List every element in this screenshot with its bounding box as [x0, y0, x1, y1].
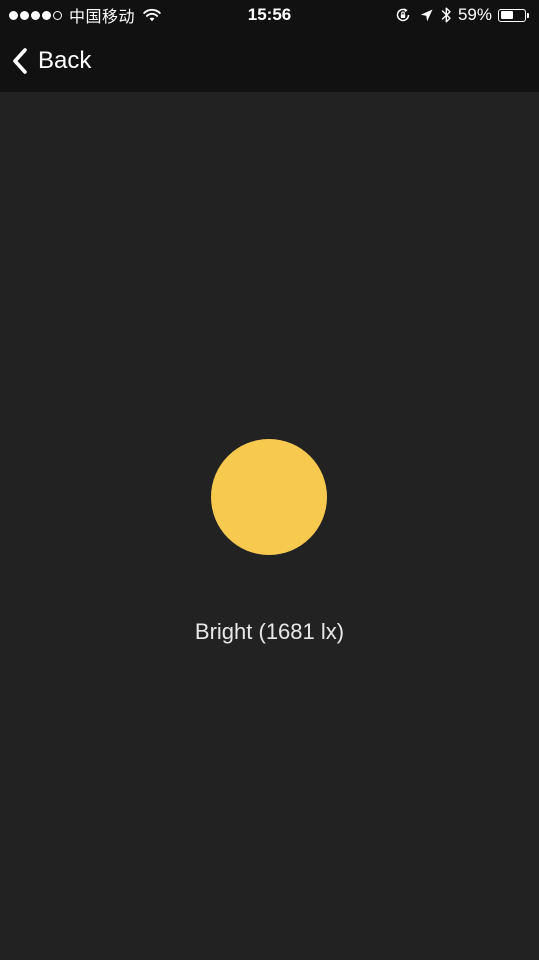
main-content: Bright (1681 lx): [0, 92, 539, 960]
battery-percent: 59%: [457, 5, 492, 24]
light-level-label: Bright (1681 lx): [194, 619, 345, 644]
bluetooth-icon: [441, 7, 451, 23]
back-button[interactable]: Back: [10, 43, 91, 79]
status-bar-right: 59%: [395, 4, 529, 26]
chevron-left-icon: [13, 48, 27, 74]
rotation-lock-icon: [396, 8, 410, 22]
battery-cap: [527, 12, 529, 18]
navigation-bar: Back: [0, 31, 539, 92]
back-label: Back: [38, 47, 92, 74]
battery-fill: [500, 11, 514, 19]
light-indicator-circle: [211, 439, 327, 555]
status-bar: 中国移动 15:56 59%: [0, 0, 539, 31]
screen: 中国移动 15:56 59% Back Bright (1681 lx): [0, 0, 539, 960]
battery-icon: [498, 8, 526, 22]
location-arrow-icon: [420, 9, 433, 21]
